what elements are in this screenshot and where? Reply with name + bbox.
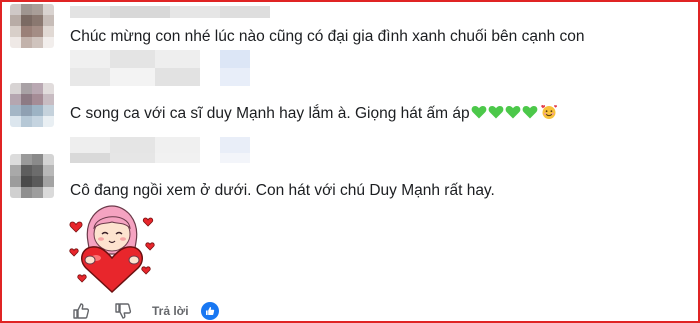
blurred-author-name[interactable]	[70, 6, 270, 18]
like-reaction-icon[interactable]	[200, 302, 219, 320]
comment-actions: Trả lời	[70, 300, 219, 322]
green-heart-icon	[522, 105, 537, 119]
avatar[interactable]	[10, 154, 54, 198]
blurred-author-name[interactable]	[70, 137, 250, 179]
avatar[interactable]	[10, 83, 54, 127]
comment-panel: Chúc mừng con nhé lúc nào cũng có đại gi…	[0, 0, 700, 323]
comment-text: C song ca với ca sĩ duy Mạnh hay lắm à. …	[70, 104, 557, 124]
thumbs-down-icon[interactable]	[112, 300, 134, 322]
reply-button[interactable]: Trả lời	[152, 304, 189, 318]
smiling-face-with-hearts-icon	[540, 105, 557, 119]
comment-text-body: C song ca với ca sĩ duy Mạnh hay lắm à. …	[70, 105, 470, 122]
thumbs-up-icon[interactable]	[70, 300, 92, 322]
green-heart-icon	[488, 105, 503, 119]
blurred-author-name[interactable]	[70, 50, 250, 86]
avatar[interactable]	[10, 4, 54, 48]
comment-text: Chúc mừng con nhé lúc nào cũng có đại gi…	[70, 28, 585, 45]
girl-hugging-heart-sticker-icon[interactable]	[68, 202, 156, 294]
comment-text: Cô đang ngồi xem ở dưới. Con hát với chú…	[70, 182, 495, 199]
green-heart-icon	[505, 105, 520, 119]
green-heart-icon	[471, 105, 486, 119]
